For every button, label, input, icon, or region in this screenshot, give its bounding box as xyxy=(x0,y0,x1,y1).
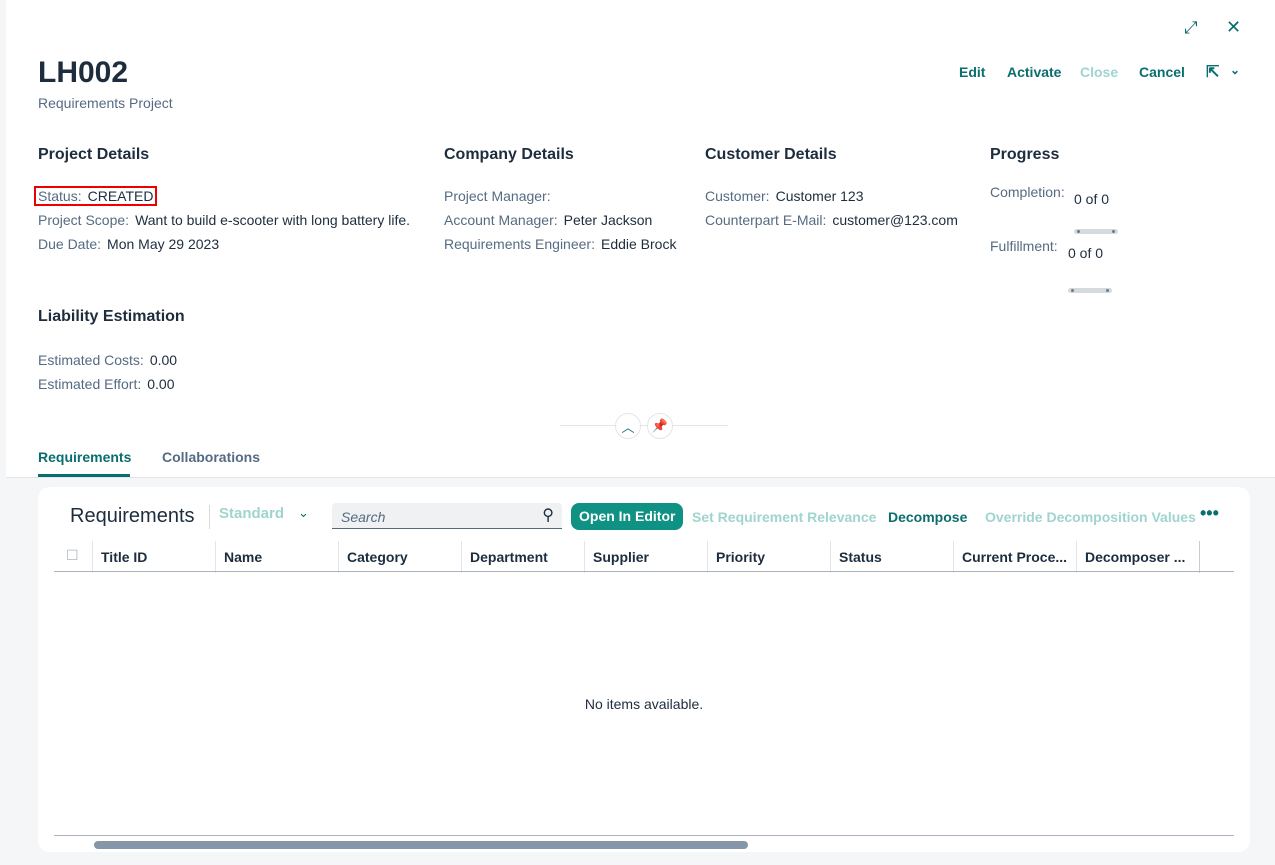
section-heading: Progress xyxy=(990,146,1060,163)
header-divider xyxy=(560,425,728,426)
column-header[interactable]: Decomposer ... xyxy=(1076,541,1200,573)
fulfillment-label: Fulfillment: xyxy=(990,238,1058,254)
tab-collaborations[interactable]: Collaborations xyxy=(162,449,260,465)
due-value: Mon May 29 2023 xyxy=(107,236,220,252)
costs-label: Estimated Costs: xyxy=(38,352,144,368)
customer-value: Customer 123 xyxy=(775,188,864,204)
column-header[interactable]: Current Proce... xyxy=(953,541,1076,573)
completion-progress-bar xyxy=(1074,229,1118,234)
column-header[interactable]: Department xyxy=(461,541,584,573)
search-placeholder: Search xyxy=(341,509,386,525)
select-all-checkbox-icon[interactable]: ☐ xyxy=(66,547,79,564)
company-details: Company Details Project Manager: Account… xyxy=(444,146,676,256)
variant-select[interactable]: Standard xyxy=(219,505,284,522)
scope-value: Want to build e-scooter with long batter… xyxy=(135,212,411,228)
effort-value: 0.00 xyxy=(147,376,175,392)
table-bottom-border xyxy=(54,835,1234,836)
more-icon[interactable]: ••• xyxy=(1200,503,1219,524)
fulfillment-value: 0 of 0 xyxy=(1068,245,1104,261)
close-icon[interactable]: ✕ xyxy=(1226,17,1241,38)
pin-header-button[interactable]: 📌 xyxy=(647,413,673,439)
column-header[interactable]: Priority xyxy=(707,541,830,573)
email-value: customer@123.com xyxy=(832,212,958,228)
section-heading: Customer Details xyxy=(705,146,837,163)
table-title: Requirements xyxy=(70,505,195,527)
override-button[interactable]: Override Decomposition Values xyxy=(985,509,1196,525)
header-underline xyxy=(54,571,1234,572)
completion-value: 0 of 0 xyxy=(1074,191,1110,207)
column-header[interactable]: Name xyxy=(215,541,338,573)
requirements-table-card: Requirements Standard ⌄ Search ⚲ Open In… xyxy=(38,487,1250,852)
status-field: Status: CREATED xyxy=(34,186,158,206)
column-header[interactable]: Supplier xyxy=(584,541,707,573)
fulfillment-progress-bar xyxy=(1068,288,1112,293)
collapse-header-button[interactable]: ︿ xyxy=(615,413,641,439)
progress-section: Progress Completion: 0 of 0 Fulfillment:… xyxy=(990,146,1190,293)
share-icon[interactable]: ⇱ xyxy=(1206,62,1219,82)
column-header[interactable]: Title ID xyxy=(92,541,215,573)
horizontal-scrollbar[interactable] xyxy=(94,841,748,849)
activate-button[interactable]: Activate xyxy=(1007,64,1061,80)
chevron-down-icon[interactable]: ⌄ xyxy=(298,505,309,521)
customer-details: Customer Details Customer: Customer 123 C… xyxy=(705,146,958,232)
am-value: Peter Jackson xyxy=(563,212,653,228)
open-in-editor-button[interactable]: Open In Editor xyxy=(571,503,684,530)
section-heading: Project Details xyxy=(38,146,150,163)
effort-label: Estimated Effort: xyxy=(38,376,142,392)
page-title: LH002 xyxy=(38,56,129,89)
scope-label: Project Scope: xyxy=(38,212,130,228)
email-label: Counterpart E-Mail: xyxy=(705,212,827,228)
status-value: CREATED xyxy=(87,188,154,204)
column-header[interactable]: Status xyxy=(830,541,953,573)
section-heading: Company Details xyxy=(444,146,574,163)
completion-label: Completion: xyxy=(990,184,1065,200)
search-input[interactable]: Search ⚲ xyxy=(332,503,562,529)
page-subtitle: Requirements Project xyxy=(38,95,173,111)
liability-estimation: Liability Estimation Estimated Costs: 0.0… xyxy=(38,308,185,396)
am-label: Account Manager: xyxy=(444,212,558,228)
chevron-down-icon[interactable]: ⌄ xyxy=(1230,63,1240,77)
pm-label: Project Manager: xyxy=(444,188,551,204)
empty-message: No items available. xyxy=(584,696,704,712)
re-value: Eddie Brock xyxy=(600,236,677,252)
customer-label: Customer: xyxy=(705,188,770,204)
object-page-header: ⤢ ✕ LH002 Requirements Project Edit Acti… xyxy=(6,0,1275,478)
chevron-up-icon: ︿ xyxy=(621,419,635,435)
status-label: Status: xyxy=(38,188,82,204)
column-header[interactable]: Category xyxy=(338,541,461,573)
costs-value: 0.00 xyxy=(149,352,178,368)
set-relevance-button[interactable]: Set Requirement Relevance xyxy=(692,509,876,525)
edit-button[interactable]: Edit xyxy=(959,64,985,80)
tab-requirements[interactable]: Requirements xyxy=(38,449,131,465)
search-icon[interactable]: ⚲ xyxy=(542,505,554,525)
pin-icon: 📌 xyxy=(651,418,669,433)
divider xyxy=(209,505,210,529)
due-label: Due Date: xyxy=(38,236,102,252)
tab-selected-indicator xyxy=(38,474,130,477)
project-details: Project Details Status: CREATED Project S… xyxy=(34,146,411,256)
fullscreen-icon[interactable]: ⤢ xyxy=(1184,18,1198,38)
close-button[interactable]: Close xyxy=(1080,64,1118,80)
cancel-button[interactable]: Cancel xyxy=(1139,64,1185,80)
re-label: Requirements Engineer: xyxy=(444,236,595,252)
decompose-button[interactable]: Decompose xyxy=(888,509,967,525)
section-heading: Liability Estimation xyxy=(38,308,185,325)
